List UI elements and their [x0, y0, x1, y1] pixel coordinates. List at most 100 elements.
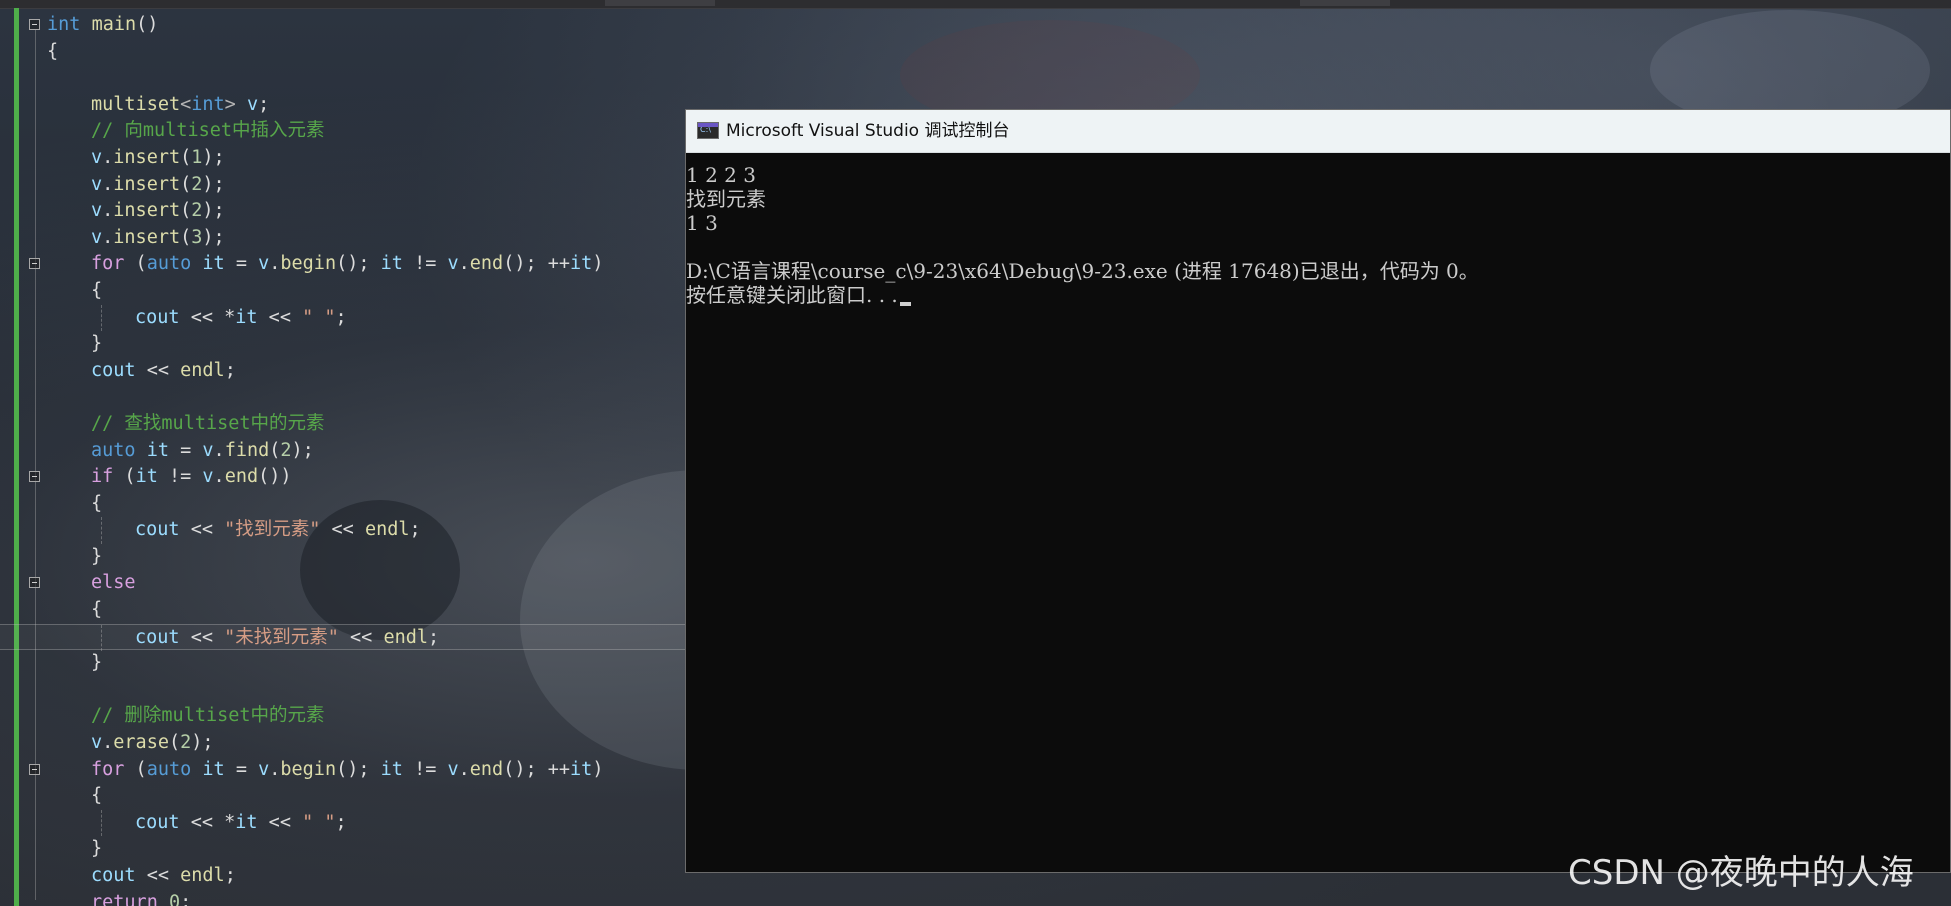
code-token: . [102, 732, 114, 754]
code-text: // 删除multiset中的元素 [91, 703, 325, 730]
code-token: cout [91, 865, 136, 886]
console-output-line: D:\C语言课程\course_c\9-23\x64\Debug\9-23.ex… [686, 259, 1479, 283]
collapse-icon[interactable] [29, 471, 40, 483]
code-text: cout << *it << " "; [135, 810, 347, 837]
code-token: begin [280, 253, 337, 275]
code-token: != [402, 758, 448, 780]
code-text: } [91, 650, 102, 677]
code-token: v [258, 758, 270, 780]
code-text: int main() [47, 12, 158, 39]
code-text: } [91, 836, 102, 863]
code-line[interactable]: v.erase(2); [0, 730, 690, 757]
code-token: ; [428, 626, 440, 648]
collapse-icon[interactable] [29, 763, 40, 775]
console-output-line: 按任意键关闭此窗口. . . [686, 283, 1950, 307]
code-line[interactable]: v.insert(3); [0, 225, 690, 252]
code-line[interactable]: // 查找multiset中的元素 [0, 411, 690, 438]
code-text: v.insert(1); [91, 145, 225, 172]
code-line[interactable]: cout << "未找到元素" << endl; [0, 623, 690, 652]
code-line[interactable]: multiset<int> v; [0, 92, 690, 119]
code-token: . [102, 200, 114, 222]
code-line[interactable]: } [0, 836, 690, 863]
code-line[interactable]: } [0, 544, 690, 571]
collapse-icon[interactable] [29, 577, 40, 589]
console-output[interactable]: 1 2 2 3 找到元素 1 3 D:\C语言课程\course_c\9-23\x64… [686, 153, 1950, 872]
code-line[interactable]: cout << *it << " "; [0, 304, 690, 332]
code-text: v.erase(2); [91, 730, 214, 757]
code-line[interactable]: for (auto it = v.begin(); it != v.end();… [0, 757, 690, 784]
code-token: return [91, 891, 158, 906]
code-line[interactable]: return 0; [0, 890, 690, 906]
code-token: ; [224, 359, 236, 381]
code-token: } [91, 545, 103, 567]
code-line[interactable]: auto it = v.find(2); [0, 438, 690, 465]
code-text: v.insert(3); [91, 225, 225, 252]
code-token: << [338, 626, 384, 648]
code-line[interactable] [0, 677, 690, 704]
code-line[interactable]: else [0, 570, 690, 597]
collapse-icon[interactable] [29, 258, 40, 270]
code-line[interactable]: { [0, 597, 690, 624]
code-token: { [91, 785, 103, 807]
code-line[interactable]: v.insert(2); [0, 198, 690, 225]
code-token: << [135, 865, 181, 886]
code-line[interactable]: { [0, 39, 690, 66]
code-line[interactable]: { [0, 491, 690, 518]
code-token: for [91, 253, 125, 275]
code-token: ( [180, 173, 192, 195]
code-line[interactable]: // 向multiset中插入元素 [0, 118, 690, 145]
code-line[interactable]: v.insert(2); [0, 172, 690, 199]
code-line[interactable]: cout << *it << " "; [0, 809, 690, 837]
code-token: = [224, 758, 259, 780]
code-token: << [257, 306, 303, 328]
code-token: find [224, 439, 270, 461]
code-token: insert [113, 226, 181, 248]
code-line[interactable]: cout << "找到元素" << endl; [0, 517, 690, 544]
code-token: insert [113, 146, 181, 168]
code-token: auto [91, 439, 136, 461]
editor-tab[interactable] [1300, 0, 1390, 6]
code-token: it [202, 253, 225, 275]
code-text: // 向multiset中插入元素 [91, 118, 325, 145]
code-token: cout [135, 306, 180, 328]
code-line[interactable]: cout << endl; [0, 358, 690, 385]
code-token: ( [168, 732, 181, 754]
code-token: endl [180, 865, 225, 886]
code-token: v [447, 758, 459, 780]
code-token: v [91, 173, 103, 195]
code-token: // 查找multiset中的元素 [91, 412, 325, 434]
code-line[interactable]: cout << endl; [0, 863, 690, 890]
code-line[interactable] [0, 384, 690, 411]
code-token: it [146, 439, 169, 461]
code-text: return 0; [91, 890, 191, 906]
code-token: ; [258, 93, 270, 115]
code-line[interactable]: { [0, 783, 690, 810]
code-line[interactable]: v.insert(1); [0, 145, 690, 172]
code-token: it [570, 253, 593, 275]
code-token: it [570, 758, 593, 780]
code-token: << [179, 626, 225, 648]
code-line[interactable] [0, 65, 690, 92]
code-token: cout [135, 626, 180, 648]
code-line[interactable]: } [0, 331, 690, 358]
editor-tab[interactable] [605, 0, 715, 6]
code-line[interactable]: int main() [0, 12, 690, 39]
collapse-icon[interactable] [29, 19, 40, 30]
debug-console-window[interactable]: C:\ Microsoft Visual Studio 调试控制台 1 2 2 … [685, 109, 1951, 873]
code-token: it [380, 253, 403, 275]
code-line[interactable]: for (auto it = v.begin(); it != v.end();… [0, 251, 690, 278]
code-text: cout << "找到元素" << endl; [135, 517, 421, 544]
console-titlebar[interactable]: C:\ Microsoft Visual Studio 调试控制台 [686, 110, 1950, 153]
code-line[interactable]: { [0, 278, 690, 305]
code-text: cout << endl; [91, 863, 236, 890]
code-token: () [136, 14, 159, 35]
code-token: << [320, 519, 365, 541]
code-line[interactable]: } [0, 650, 690, 677]
code-token: << * [179, 306, 236, 328]
code-line[interactable]: // 删除multiset中的元素 [0, 703, 690, 730]
code-token: . [102, 146, 114, 168]
code-editor[interactable]: int main(){multiset<int> v;// 向multiset中… [0, 12, 690, 906]
code-line[interactable]: if (it != v.end()) [0, 464, 690, 491]
